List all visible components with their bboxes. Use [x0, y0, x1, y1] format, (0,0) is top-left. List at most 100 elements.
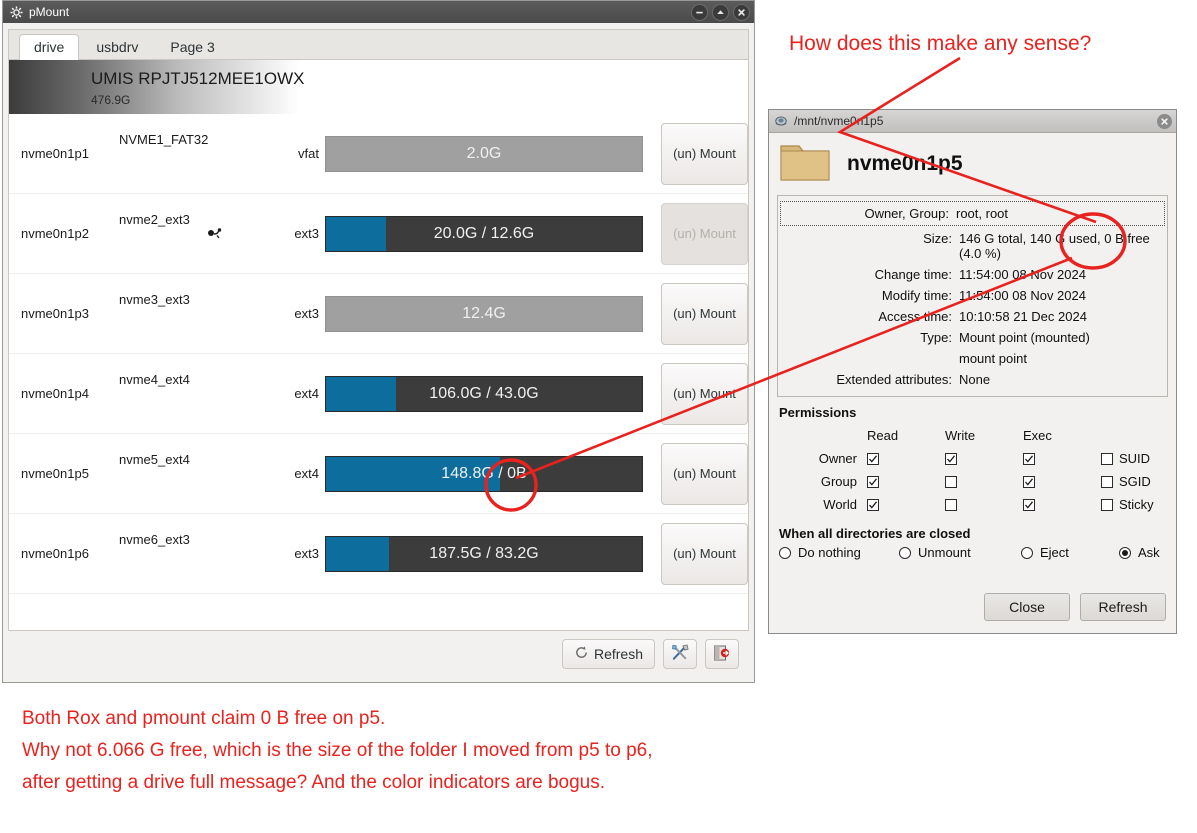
info-key: Type:: [920, 330, 952, 345]
permissions-header-row: Read Write Exec: [779, 424, 1166, 447]
option-do-nothing[interactable]: Do nothing: [779, 545, 899, 560]
mount-button[interactable]: (un) Mount: [661, 522, 748, 585]
pmount-title: pMount: [29, 5, 70, 19]
sticky-label: Sticky: [1119, 497, 1154, 512]
usage-bar: 2.0G: [325, 135, 643, 172]
tab-usbdrv[interactable]: usbdrv: [81, 34, 153, 60]
group-read-checkbox[interactable]: [867, 475, 879, 488]
option-eject[interactable]: Eject: [1021, 545, 1119, 560]
owner-write-checkbox[interactable]: [945, 452, 957, 465]
annotation-line-3: after getting a drive full message? And …: [22, 772, 606, 793]
tab-drive[interactable]: drive: [19, 34, 80, 64]
sgid-flag: SGID: [1101, 474, 1151, 489]
do-nothing-radio[interactable]: [779, 546, 791, 559]
pmount-body: drive usbdrv Page 3 UMIS RPJTJ512MEE1OWX…: [3, 23, 754, 682]
suid-flag: SUID: [1101, 451, 1150, 466]
world-read-checkbox[interactable]: [867, 498, 879, 511]
when-closed-title: When all directories are closed: [779, 526, 971, 541]
mount-button-label: (un) Mount: [673, 226, 736, 241]
group-read-cell: [867, 475, 945, 488]
info-value: 146 G total, 140 G used, 0 B free (4.0 %…: [959, 231, 1150, 261]
permissions-row-owner: Owner SUID: [779, 447, 1166, 470]
tab-page3-label: Page 3: [170, 39, 215, 55]
table-row: nvme0n1p4 nvme4_ext4 ext4 106.0G / 43.0G…: [9, 354, 748, 434]
mount-button[interactable]: (un) Mount: [661, 442, 748, 505]
info-key: Access time:: [878, 309, 952, 324]
world-exec-checkbox[interactable]: [1023, 498, 1035, 511]
mount-button[interactable]: (un) Mount: [661, 362, 748, 425]
owner-read-checkbox[interactable]: [867, 452, 879, 465]
info-key: Modify time:: [881, 288, 952, 303]
option-ask[interactable]: Ask: [1119, 545, 1160, 560]
sgid-checkbox[interactable]: [1101, 475, 1113, 488]
tab-bar: drive usbdrv Page 3: [9, 30, 748, 64]
tab-drive-label: drive: [34, 39, 65, 55]
permissions-title: Permissions: [779, 405, 857, 420]
partition-device: nvme0n1p5: [21, 466, 89, 481]
world-read-cell: [867, 498, 945, 511]
owner-exec-checkbox[interactable]: [1023, 452, 1035, 465]
mount-button[interactable]: (un) Mount: [661, 282, 748, 345]
permissions-grid: Read Write Exec Owner SUID Group SGID Wo…: [769, 424, 1176, 516]
permissions-row-group: Group SGID: [779, 470, 1166, 493]
annotation-top-text: How does this make any sense?: [789, 32, 1092, 55]
info-row-type: Type: Mount point (mounted): [778, 327, 1167, 348]
table-row: nvme0n1p2 nvme2_ext3 ext3 20.0G / 12.6G …: [9, 194, 748, 274]
info-value: root, root: [956, 206, 1009, 221]
annotation-line-2: Why not 6.066 G free, which is the size …: [22, 740, 653, 761]
group-write-checkbox[interactable]: [945, 475, 957, 488]
unmount-radio[interactable]: [899, 546, 911, 559]
minimize-button[interactable]: [691, 3, 708, 21]
mount-button-label: (un) Mount: [673, 386, 736, 401]
tab-page3[interactable]: Page 3: [155, 34, 229, 60]
info-row-change-time: Change time: 11:54:00 08 Nov 2024: [778, 264, 1167, 285]
usage-bar: 148.8G / 0B: [325, 455, 643, 492]
owner-exec-cell: [1023, 452, 1101, 465]
do-nothing-label: Do nothing: [798, 545, 861, 560]
info-key: Extended attributes:: [836, 372, 952, 387]
group-exec-checkbox[interactable]: [1023, 475, 1035, 488]
close-button[interactable]: [733, 3, 750, 21]
info-row-type-continued: mount point: [778, 348, 1167, 369]
close-button-label: Close: [1009, 599, 1045, 615]
usage-bar: 12.4G: [325, 295, 643, 332]
partition-label: NVME1_FAT32: [119, 132, 209, 147]
info-row-owner: Owner, Group: root, root: [780, 201, 1165, 226]
screenshot-root: pMount drive usbdrv Page 3 UMIS RPJTJ512…: [0, 0, 1197, 833]
refresh-icon: [574, 645, 589, 663]
maximize-button[interactable]: [712, 3, 729, 21]
partition-device: nvme0n1p2: [21, 226, 89, 241]
info-key: Size:: [923, 231, 952, 246]
sticky-checkbox[interactable]: [1101, 498, 1113, 511]
refresh-button-label: Refresh: [593, 646, 643, 662]
drive-capacity: 476.9G: [91, 93, 131, 107]
drive-model: UMIS RPJTJ512MEE1OWX: [91, 69, 305, 88]
dialog-close-button[interactable]: [1157, 113, 1172, 129]
partition-label-wrap: NVME1_FAT32: [119, 114, 279, 193]
ask-radio[interactable]: [1119, 546, 1131, 559]
mount-button-label: (un) Mount: [673, 306, 736, 321]
usage-bar-text: 187.5G / 83.2G: [429, 544, 539, 562]
close-button[interactable]: Close: [984, 593, 1070, 621]
sgid-label: SGID: [1119, 474, 1151, 489]
partition-label: nvme2_ext3: [119, 212, 190, 227]
mount-button[interactable]: (un) Mount: [661, 122, 748, 185]
sticky-flag: Sticky: [1101, 497, 1154, 512]
partition-fstype: vfat: [298, 146, 319, 161]
exit-button[interactable]: [705, 639, 739, 669]
info-key: Owner, Group:: [864, 206, 949, 221]
refresh-button[interactable]: Refresh: [1080, 593, 1166, 621]
refresh-button[interactable]: Refresh: [561, 639, 655, 669]
tab-usbdrv-label: usbdrv: [96, 39, 139, 55]
partition-fstype: ext3: [294, 226, 319, 241]
partition-label-wrap: nvme5_ext4: [119, 434, 279, 513]
mounted-indicator-icon: [207, 226, 225, 245]
mount-button-label: (un) Mount: [673, 546, 736, 561]
mount-button[interactable]: (un) Mount: [661, 202, 748, 265]
suid-checkbox[interactable]: [1101, 452, 1113, 465]
drive-pane: UMIS RPJTJ512MEE1OWX 476.9G nvme0n1p1 NV…: [9, 60, 748, 630]
tools-button[interactable]: [663, 639, 697, 669]
eject-radio[interactable]: [1021, 546, 1033, 559]
option-unmount[interactable]: Unmount: [899, 545, 1021, 560]
world-write-checkbox[interactable]: [945, 498, 957, 511]
